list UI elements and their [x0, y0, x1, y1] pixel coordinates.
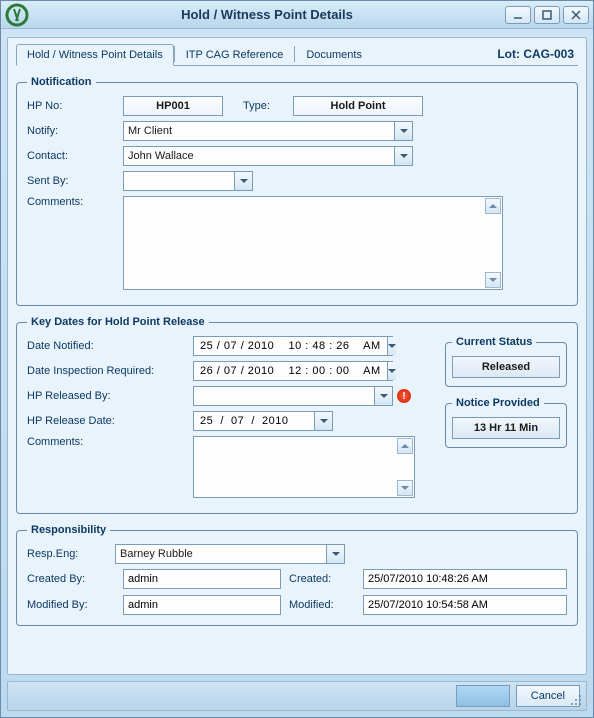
scroll-up-icon[interactable]	[397, 438, 413, 454]
resp-eng-label: Resp.Eng:	[27, 548, 115, 560]
window-controls	[505, 6, 589, 24]
notice-provided-legend: Notice Provided	[452, 397, 544, 409]
modified-label: Modified:	[289, 599, 355, 611]
maximize-button[interactable]	[534, 6, 560, 24]
title-bar: Hold / Witness Point Details	[1, 1, 593, 29]
keydates-legend: Key Dates for Hold Point Release	[27, 316, 209, 328]
hp-released-by-label: HP Released By:	[27, 390, 193, 402]
date-notified-value: 25 / 07 / 2010 10 : 48 : 26 AM	[194, 340, 387, 352]
scroll-down-icon[interactable]	[397, 480, 413, 496]
notification-legend: Notification	[27, 76, 96, 88]
scroll-down-icon[interactable]	[485, 272, 501, 288]
sent-by-combo[interactable]	[123, 171, 253, 191]
notice-provided-value: 13 Hr 11 Min	[452, 417, 560, 439]
notify-label: Notify:	[27, 125, 123, 137]
date-inspection-value: 26 / 07 / 2010 12 : 00 : 00 AM	[194, 365, 387, 377]
resp-eng-value: Barney Rubble	[116, 548, 326, 560]
hp-no-label: HP No:	[27, 100, 123, 112]
created-by-value[interactable]: admin	[123, 569, 281, 589]
ok-button[interactable]	[456, 685, 510, 707]
type-label: Type:	[243, 100, 293, 112]
kd-comments[interactable]	[193, 436, 415, 498]
scroll-up-icon[interactable]	[485, 198, 501, 214]
date-inspection-label: Date Inspection Required:	[27, 365, 193, 377]
hp-released-by-combo[interactable]	[193, 386, 393, 406]
lot-label: Lot: CAG-003	[497, 47, 578, 61]
keydates-group: Key Dates for Hold Point Release Date No…	[16, 316, 578, 514]
modified-value: 25/07/2010 10:54:58 AM	[363, 595, 567, 615]
notification-comments[interactable]	[123, 196, 503, 290]
sent-by-label: Sent By:	[27, 175, 123, 187]
chevron-down-icon[interactable]	[394, 147, 412, 165]
date-notified-picker[interactable]: 25 / 07 / 2010 10 : 48 : 26 AM	[193, 336, 393, 356]
tab-itp-cag-reference[interactable]: ITP CAG Reference	[175, 44, 295, 65]
comments-label: Comments:	[27, 196, 123, 208]
resp-eng-combo[interactable]: Barney Rubble	[115, 544, 345, 564]
chevron-down-icon[interactable]	[314, 412, 332, 430]
current-status-group: Current Status Released	[445, 336, 567, 387]
contact-combo[interactable]: John Wallace	[123, 146, 413, 166]
chevron-down-icon[interactable]	[387, 362, 396, 380]
chevron-down-icon[interactable]	[394, 122, 412, 140]
created-value: 25/07/2010 10:48:26 AM	[363, 569, 567, 589]
created-by-label: Created By:	[27, 573, 115, 585]
contact-value: John Wallace	[124, 150, 394, 162]
responsibility-group: Responsibility Resp.Eng: Barney Rubble C…	[16, 524, 578, 626]
current-status-legend: Current Status	[452, 336, 536, 348]
tab-documents[interactable]: Documents	[295, 44, 373, 65]
chevron-down-icon[interactable]	[326, 545, 344, 563]
resize-grip-icon[interactable]	[570, 694, 582, 706]
hp-release-date-label: HP Release Date:	[27, 415, 193, 427]
type-value: Hold Point	[293, 96, 423, 116]
kd-comments-label: Comments:	[27, 436, 193, 448]
contact-label: Contact:	[27, 150, 123, 162]
window: Hold / Witness Point Details Hold / Witn…	[0, 0, 594, 718]
chevron-down-icon[interactable]	[387, 337, 396, 355]
date-inspection-picker[interactable]: 26 / 07 / 2010 12 : 00 : 00 AM	[193, 361, 393, 381]
date-notified-label: Date Notified:	[27, 340, 193, 352]
current-status-value: Released	[452, 356, 560, 378]
chevron-down-icon[interactable]	[374, 387, 392, 405]
chevron-down-icon[interactable]	[234, 172, 252, 190]
notify-combo[interactable]: Mr Client	[123, 121, 413, 141]
footer-bar: Cancel	[7, 681, 587, 711]
hp-release-date-value: 25 / 07 / 2010	[194, 415, 314, 427]
notify-value: Mr Client	[124, 125, 394, 137]
hp-no-value: HP001	[123, 96, 223, 116]
notification-group: Notification HP No: HP001 Type: Hold Poi…	[16, 76, 578, 306]
modified-by-value[interactable]: admin	[123, 595, 281, 615]
hp-release-date-picker[interactable]: 25 / 07 / 2010	[193, 411, 333, 431]
modified-by-label: Modified By:	[27, 599, 115, 611]
notice-provided-group: Notice Provided 13 Hr 11 Min	[445, 397, 567, 448]
responsibility-legend: Responsibility	[27, 524, 110, 536]
close-button[interactable]	[563, 6, 589, 24]
tab-hold-witness-details[interactable]: Hold / Witness Point Details	[16, 44, 174, 66]
app-icon	[5, 3, 29, 27]
minimize-button[interactable]	[505, 6, 531, 24]
content-panel: Hold / Witness Point Details ITP CAG Ref…	[7, 37, 587, 675]
window-title: Hold / Witness Point Details	[29, 7, 505, 22]
tab-row: Hold / Witness Point Details ITP CAG Ref…	[16, 42, 578, 66]
warning-icon: !	[397, 389, 411, 403]
created-label: Created:	[289, 573, 355, 585]
